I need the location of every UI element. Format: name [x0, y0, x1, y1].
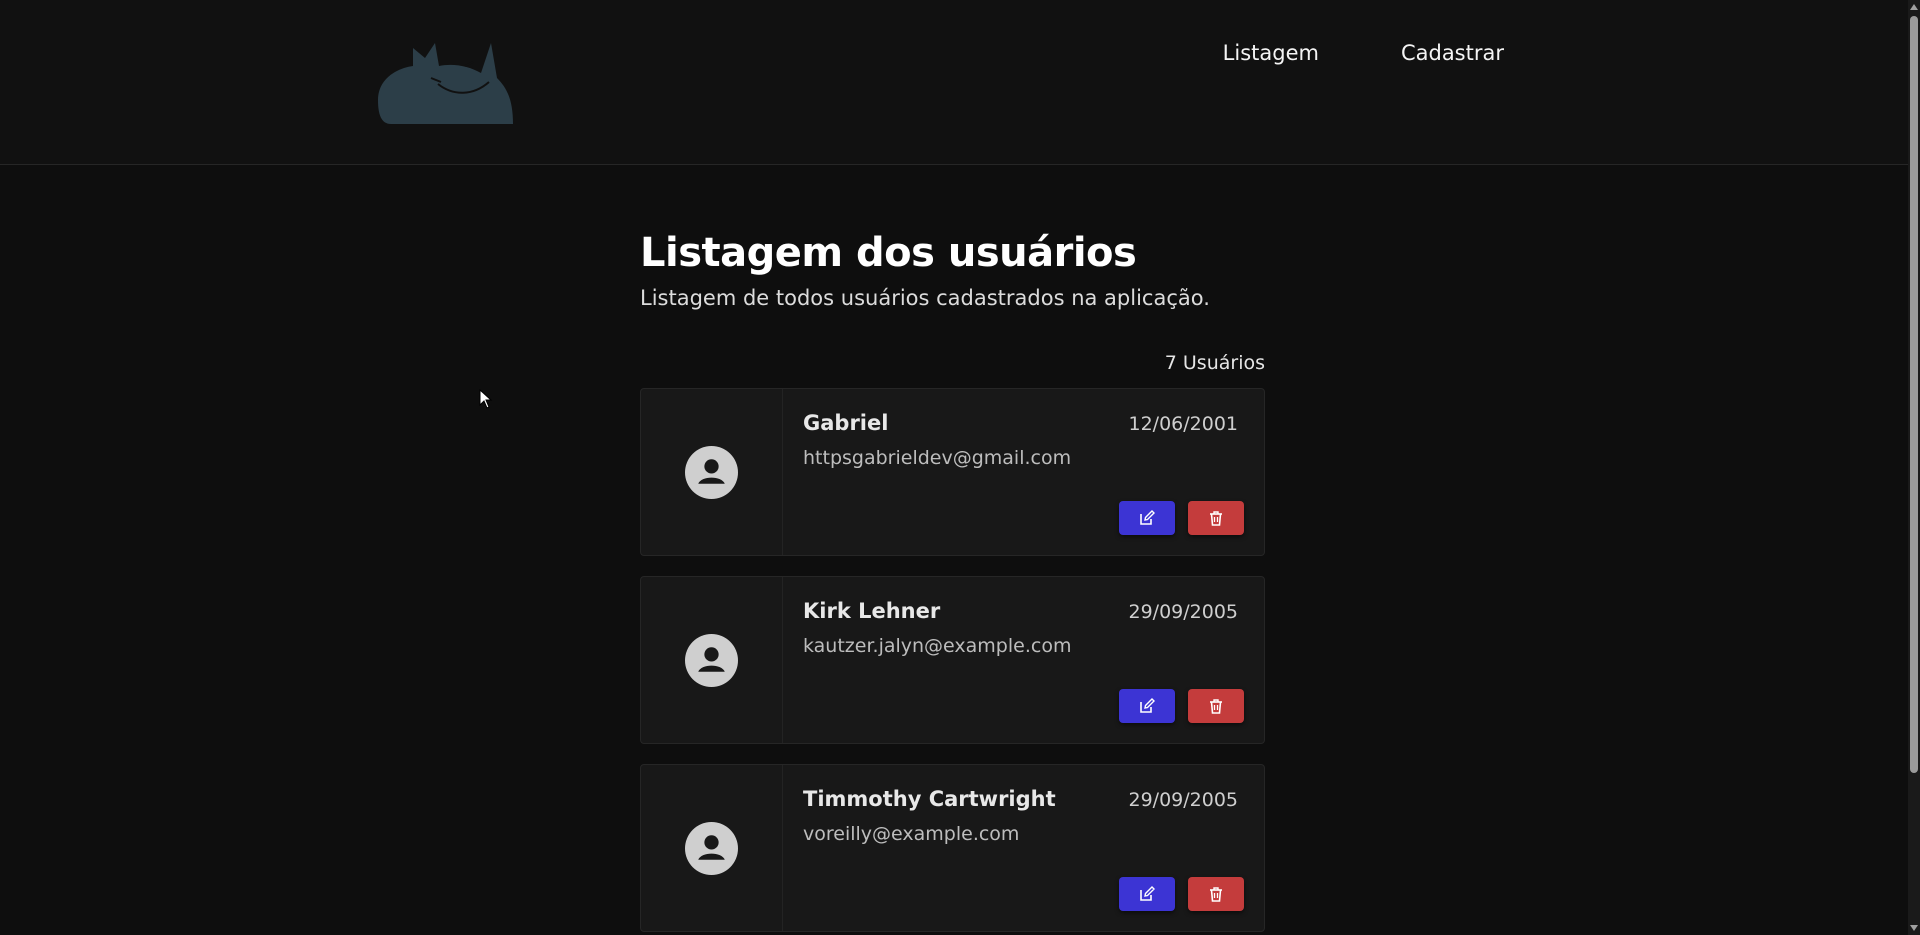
avatar-column — [641, 765, 783, 931]
user-info: Kirk Lehner 29/09/2005 kautzer.jalyn@exa… — [783, 577, 1264, 743]
user-card: Gabriel 12/06/2001 httpsgabrieldev@gmail… — [640, 388, 1265, 556]
user-name: Kirk Lehner — [803, 599, 941, 623]
user-list: Gabriel 12/06/2001 httpsgabrieldev@gmail… — [640, 388, 1265, 932]
delete-button[interactable] — [1188, 877, 1244, 911]
trash-icon — [1210, 699, 1222, 714]
user-email: httpsgabrieldev@gmail.com — [803, 447, 1072, 469]
user-info-header: Kirk Lehner 29/09/2005 — [803, 599, 1238, 623]
user-info-header: Gabriel 12/06/2001 — [803, 411, 1238, 435]
top-header: Listagem Cadastrar — [0, 0, 1908, 165]
user-circle-icon — [685, 445, 738, 499]
cat-logo-icon[interactable] — [373, 38, 513, 124]
main-nav: Listagem Cadastrar — [1223, 41, 1504, 65]
nav-link-cadastrar[interactable]: Cadastrar — [1401, 41, 1504, 65]
user-name: Gabriel — [803, 411, 889, 435]
edit-button[interactable] — [1119, 877, 1175, 911]
user-card: Kirk Lehner 29/09/2005 kautzer.jalyn@exa… — [640, 576, 1265, 744]
edit-icon — [1140, 698, 1155, 713]
user-card: Timmothy Cartwright 29/09/2005 voreilly@… — [640, 764, 1265, 932]
user-date: 12/06/2001 — [1128, 413, 1238, 435]
edit-button[interactable] — [1119, 501, 1175, 535]
user-info: Gabriel 12/06/2001 httpsgabrieldev@gmail… — [783, 389, 1264, 555]
user-email: voreilly@example.com — [803, 823, 1020, 845]
nav-link-listagem[interactable]: Listagem — [1223, 41, 1319, 65]
user-email: kautzer.jalyn@example.com — [803, 635, 1072, 657]
mouse-cursor-icon — [479, 389, 493, 409]
page-title: Listagem dos usuários — [640, 230, 1137, 276]
user-circle-icon — [685, 821, 738, 875]
main-content: Listagem dos usuários Listagem de todos … — [640, 230, 1265, 932]
delete-button[interactable] — [1188, 689, 1244, 723]
user-info: Timmothy Cartwright 29/09/2005 voreilly@… — [783, 765, 1264, 931]
user-actions — [1119, 689, 1244, 723]
scroll-up-icon[interactable] — [1910, 4, 1918, 10]
vertical-scrollbar[interactable] — [1908, 0, 1920, 935]
scrollbar-thumb[interactable] — [1910, 16, 1918, 773]
page-subtitle: Listagem de todos usuários cadastrados n… — [640, 286, 1210, 310]
user-count: 7 Usuários — [1164, 352, 1265, 374]
avatar-column — [641, 577, 783, 743]
edit-icon — [1140, 510, 1155, 525]
scroll-down-icon[interactable] — [1910, 925, 1918, 931]
trash-icon — [1210, 511, 1222, 526]
trash-icon — [1210, 887, 1222, 902]
user-actions — [1119, 501, 1244, 535]
user-date: 29/09/2005 — [1128, 789, 1238, 811]
user-circle-icon — [685, 633, 738, 687]
page: Listagem Cadastrar Listagem dos usuários… — [0, 0, 1920, 935]
user-date: 29/09/2005 — [1128, 601, 1238, 623]
edit-icon — [1140, 886, 1155, 901]
avatar-column — [641, 389, 783, 555]
user-actions — [1119, 877, 1244, 911]
user-name: Timmothy Cartwright — [803, 787, 1056, 811]
delete-button[interactable] — [1188, 501, 1244, 535]
edit-button[interactable] — [1119, 689, 1175, 723]
user-info-header: Timmothy Cartwright 29/09/2005 — [803, 787, 1238, 811]
